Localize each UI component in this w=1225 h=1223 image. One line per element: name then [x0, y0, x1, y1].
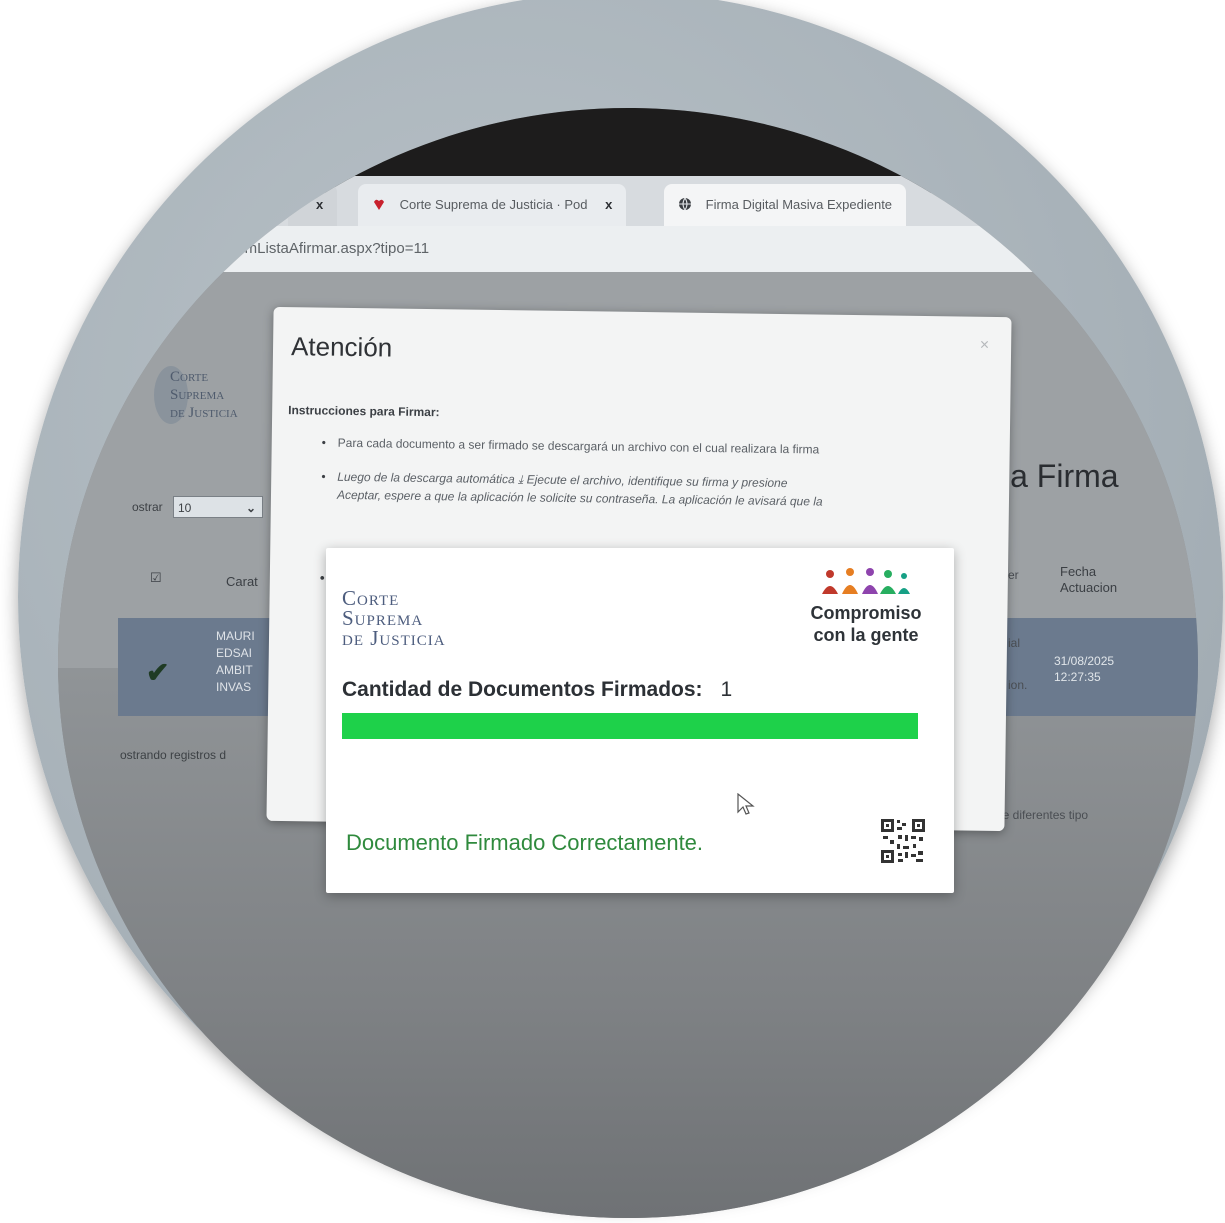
records-info: ostrando registros d	[120, 748, 227, 762]
close-icon[interactable]: x	[316, 197, 323, 212]
side-text: ion.	[1008, 678, 1028, 692]
address-bar[interactable]: /FormListaAfirmar.aspx?tipo=11	[58, 226, 1198, 272]
success-message: Documento Firmado Correctamente.	[346, 830, 704, 855]
page-title: la Firma	[1003, 458, 1119, 494]
side-text: ial	[1008, 636, 1021, 650]
row-name-line: MAURI	[216, 629, 255, 643]
people-icon	[822, 568, 910, 594]
logo-line: Corte	[170, 369, 209, 385]
prev-tab-close[interactable]: x	[288, 184, 338, 226]
header-caratula[interactable]: Carat	[226, 574, 258, 590]
row-fecha: 31/08/2025 12:27:35	[1054, 653, 1114, 685]
row-name-line: EDSAI	[216, 646, 253, 660]
page-size-select[interactable]: 10 ⌄	[173, 496, 263, 518]
compromiso-line: Compromiso	[810, 603, 922, 623]
globe-icon	[679, 197, 691, 211]
logo-line: de Justicia	[342, 626, 446, 650]
tab-firma-digital[interactable]: Firma Digital Masiva Expediente	[664, 184, 907, 226]
csj-favicon-icon	[374, 199, 384, 210]
logo-line: Suprema	[170, 387, 225, 403]
site-logo: Corte Suprema de Justicia	[170, 368, 280, 422]
row-time-value: 12:27:35	[1054, 670, 1101, 684]
signed-count-label: Cantidad de Documentos Firmados:	[342, 678, 703, 701]
side-text: er	[1008, 568, 1019, 582]
logo-line: Suprema	[342, 606, 424, 630]
compromiso-logo: Compromiso con la gente	[796, 566, 936, 646]
progress-fill	[342, 713, 918, 739]
compromiso-line: con la gente	[813, 625, 919, 645]
signing-dialog: Corte Suprema de Justicia Compromiso con…	[326, 548, 954, 893]
logo-line: de Justicia	[170, 405, 238, 421]
header-fecha-actuacion[interactable]: Fecha Actuacion	[1060, 564, 1117, 596]
csj-logo: Corte Suprema de Justicia	[342, 586, 446, 650]
logo-line: Corte	[342, 586, 400, 610]
row-date-value: 31/08/2025	[1054, 654, 1115, 668]
close-icon[interactable]: x	[605, 197, 612, 212]
page-size-value: 10	[178, 501, 192, 515]
url-text: /FormListaAfirmar.aspx?tipo=11	[218, 240, 430, 257]
instructions-heading: Instrucciones para Firmar:	[288, 403, 440, 420]
signed-count-value: 1	[720, 678, 733, 701]
qr-code-icon	[880, 818, 926, 864]
tab-bar: x Corte Suprema de Justicia · Pod x Firm…	[58, 176, 1198, 226]
bullet-marker: •	[319, 569, 325, 586]
tab-title: Corte Suprema de Justicia · Pod	[399, 197, 588, 212]
signing-progress-bar	[342, 713, 918, 739]
signed-count: Cantidad de Documentos Firmados: 1	[342, 678, 732, 702]
header-select-all[interactable]: ☑	[150, 570, 162, 586]
tab-title: Firma Digital Masiva Expediente	[705, 197, 893, 212]
row-name-line: AMBIT	[216, 663, 253, 677]
mouse-pointer-icon	[737, 793, 755, 815]
row-name-line: INVAS	[216, 680, 252, 694]
check-icon[interactable]: ✔	[146, 656, 169, 689]
row-caratula: MAURI EDSAI AMBIT INVAS	[216, 628, 255, 696]
screen-photo: x Corte Suprema de Justicia · Pod x Firm…	[58, 108, 1198, 1218]
instruction-item: Para cada documento a ser firmado se des…	[338, 434, 820, 459]
tab-corte-suprema[interactable]: Corte Suprema de Justicia · Pod x	[358, 184, 627, 226]
chevron-down-icon: ⌄	[245, 501, 256, 515]
mostrar-label: ostrar	[132, 500, 163, 514]
close-icon[interactable]: ×	[980, 337, 990, 355]
modal-title: Atención	[290, 331, 393, 363]
